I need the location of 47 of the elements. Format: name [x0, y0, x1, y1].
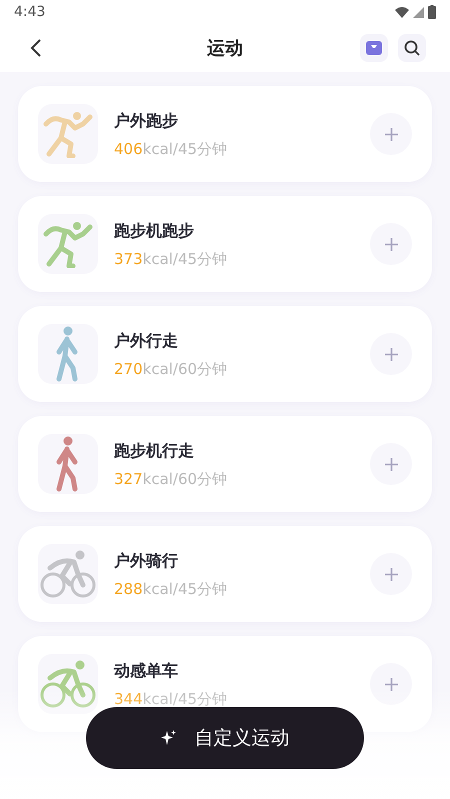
activity-card[interactable]: 跑步机跑步 373kcal/45分钟 [18, 196, 432, 292]
signal-icon [413, 6, 424, 18]
scale-button[interactable] [360, 34, 388, 62]
search-button[interactable] [398, 34, 426, 62]
activity-card[interactable]: 户外骑行 288kcal/45分钟 [18, 526, 432, 622]
calorie-unit: kcal/45分钟 [142, 140, 228, 158]
calorie-unit: kcal/45分钟 [142, 250, 228, 268]
add-button[interactable] [370, 333, 412, 375]
activity-name: 跑步机行走 [114, 440, 195, 462]
calorie-value: 344 [114, 690, 143, 708]
add-button[interactable] [370, 663, 412, 705]
sparkle-icon [160, 730, 176, 746]
scale-icon [366, 41, 382, 55]
add-button[interactable] [370, 553, 412, 595]
activity-card[interactable]: 户外行走 270kcal/60分钟 [18, 306, 432, 402]
add-button[interactable] [370, 223, 412, 265]
plus-icon [384, 678, 398, 690]
activity-card[interactable]: 跑步机行走 327kcal/60分钟 [18, 416, 432, 512]
activity-card[interactable]: 户外跑步 406kcal/45分钟 [18, 86, 432, 182]
wifi-icon [395, 6, 409, 18]
add-button[interactable] [370, 113, 412, 155]
activity-name: 动感单车 [114, 660, 179, 682]
plus-icon [384, 568, 398, 580]
calorie-value: 406 [114, 140, 143, 158]
plus-icon [384, 128, 398, 140]
plus-icon [384, 458, 398, 470]
calorie-unit: kcal/45分钟 [142, 580, 228, 598]
calorie-value: 327 [114, 470, 143, 488]
activity-name: 户外行走 [114, 330, 179, 352]
calorie-value: 373 [114, 250, 143, 268]
page-title: 运动 [207, 36, 243, 60]
back-icon [30, 38, 42, 58]
custom-exercise-button[interactable]: 自定义运动 [86, 707, 364, 769]
battery-icon [428, 5, 436, 19]
activity-name: 户外骑行 [114, 550, 179, 572]
activity-name: 跑步机跑步 [114, 220, 195, 242]
activity-name: 户外跑步 [114, 110, 179, 132]
calorie-unit: kcal/60分钟 [142, 360, 228, 378]
calorie-value: 288 [114, 580, 143, 598]
add-button[interactable] [370, 443, 412, 485]
calorie-value: 270 [114, 360, 143, 378]
search-icon [404, 40, 420, 56]
status-time: 4:43 [14, 2, 46, 22]
calorie-unit: kcal/45分钟 [142, 690, 228, 708]
calorie-unit: kcal/60分钟 [142, 470, 228, 488]
plus-icon [384, 238, 398, 250]
plus-icon [384, 348, 398, 360]
